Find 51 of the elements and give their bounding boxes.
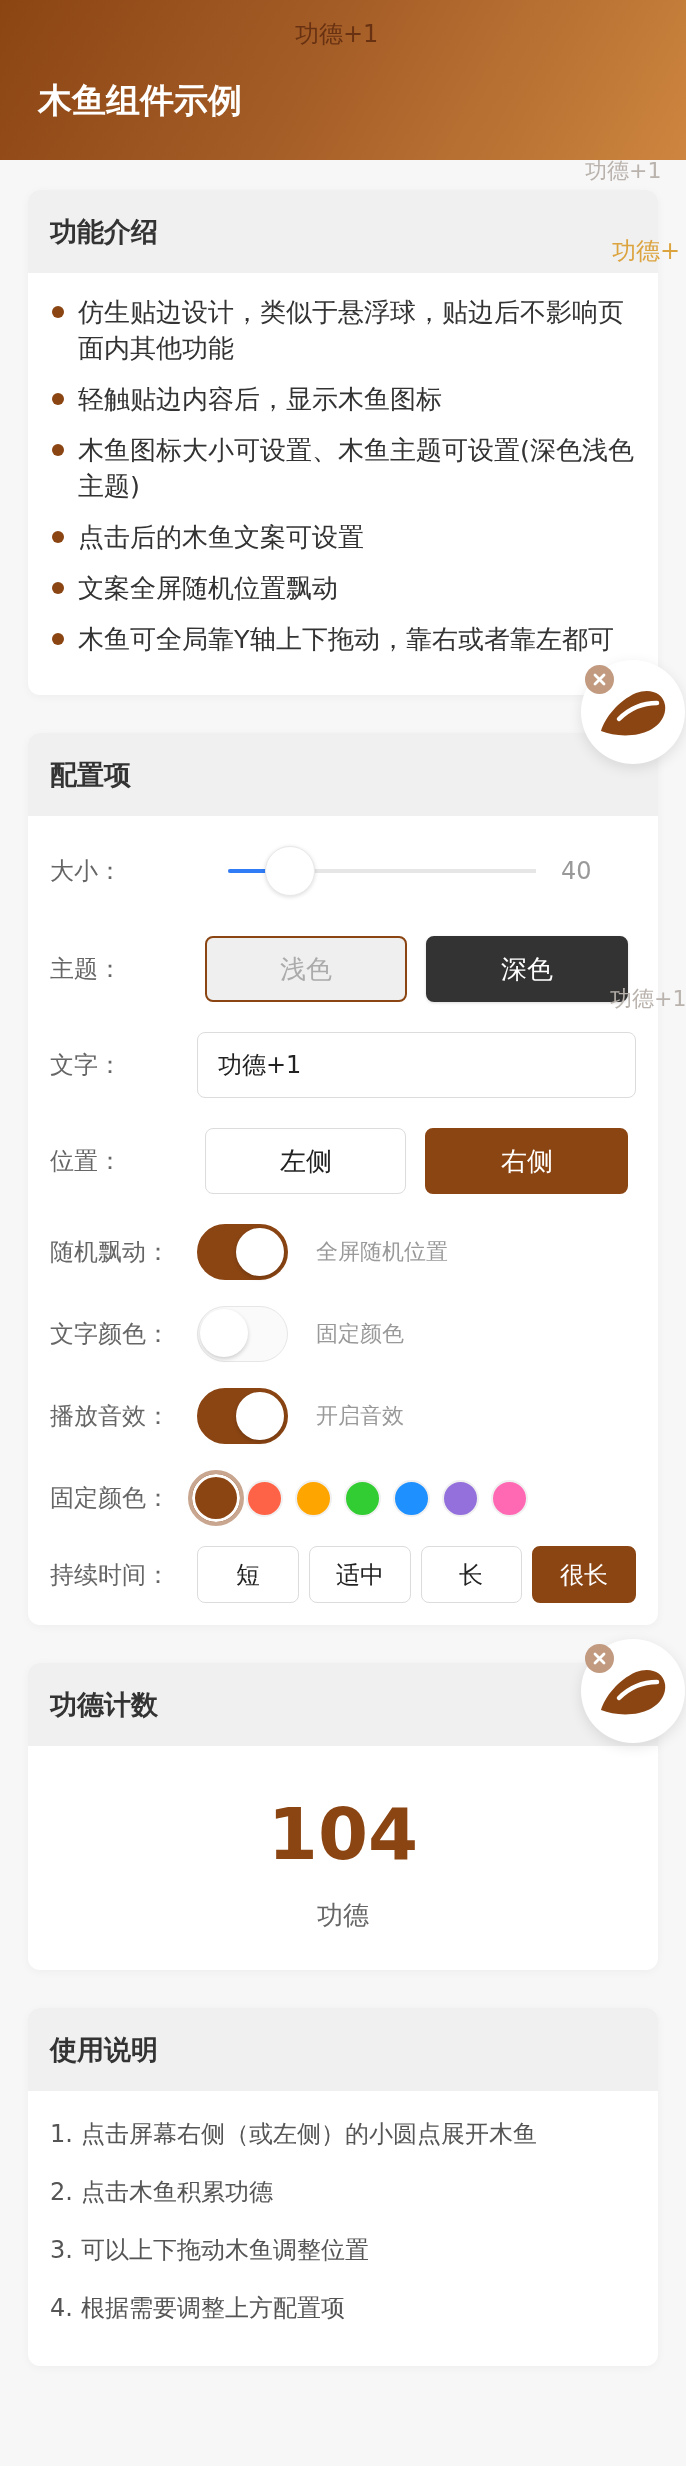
setting-label: 大小： bbox=[50, 856, 123, 887]
toggle-switch[interactable] bbox=[197, 1224, 288, 1280]
setting-label: 播放音效： bbox=[50, 1401, 171, 1432]
duration-button[interactable]: 短 bbox=[197, 1546, 299, 1603]
toggle-switch[interactable] bbox=[197, 1388, 288, 1444]
merit-unit: 功德 bbox=[317, 1899, 369, 1932]
page-title: 木鱼组件示例 bbox=[38, 79, 242, 122]
instruction-step: 3. 可以上下拖动木鱼调整位置 bbox=[50, 2232, 636, 2268]
feature-text: 轻触贴边内容后，显示木鱼图标 bbox=[78, 383, 442, 416]
slider-value: 40 bbox=[561, 856, 592, 887]
setting-label: 文字： bbox=[50, 1050, 123, 1081]
bullet-icon bbox=[52, 306, 64, 318]
bullet-icon bbox=[52, 582, 64, 594]
bullet-icon bbox=[52, 444, 64, 456]
text-input[interactable]: 功德+1 bbox=[197, 1032, 636, 1098]
feature-text: 点击后的木鱼文案可设置 bbox=[78, 521, 364, 554]
setting-label: 持续时间： bbox=[50, 1559, 171, 1591]
instruction-step: 4. 根据需要调整上方配置项 bbox=[50, 2290, 636, 2326]
switch-hint: 全屏随机位置 bbox=[316, 1238, 448, 1266]
instruction-step: 2. 点击木鱼积累功德 bbox=[50, 2174, 636, 2210]
instruction-step: 1. 点击屏幕右侧（或左侧）的小圆点展开木鱼 bbox=[50, 2116, 636, 2152]
bullet-icon bbox=[52, 633, 64, 645]
bullet-icon bbox=[52, 531, 64, 543]
feature-text: 仿生贴边设计，类似于悬浮球，贴边后不影响页面内其他功能 bbox=[78, 296, 625, 365]
section-title: 功能介绍 bbox=[50, 214, 158, 249]
feature-text: 文案全屏随机位置飘动 bbox=[78, 572, 338, 605]
floating-text: 功德+1 bbox=[585, 158, 662, 185]
setting-label: 文字颜色： bbox=[50, 1319, 171, 1350]
section-title: 配置项 bbox=[50, 757, 131, 792]
segment-button[interactable]: 左侧 bbox=[205, 1128, 406, 1194]
floating-text: 功德+ bbox=[612, 237, 681, 266]
switch-hint: 固定颜色 bbox=[316, 1320, 404, 1348]
floating-text: 功德+1 bbox=[295, 20, 379, 49]
merit-count: 104 bbox=[267, 1798, 419, 1870]
close-icon bbox=[593, 673, 606, 686]
duration-button[interactable]: 适中 bbox=[308, 1546, 411, 1603]
segment-button[interactable]: 右侧 bbox=[425, 1128, 628, 1194]
setting-label: 主题： bbox=[50, 954, 123, 985]
feature-text: 木鱼图标大小可设置、木鱼主题可设置(深色浅色主题) bbox=[78, 434, 635, 503]
bullet-icon bbox=[52, 393, 64, 405]
switch-hint: 开启音效 bbox=[316, 1402, 404, 1430]
close-icon bbox=[593, 1652, 606, 1665]
setting-label: 随机飘动： bbox=[50, 1237, 171, 1268]
setting-label: 位置： bbox=[50, 1146, 123, 1177]
feature-text: 木鱼可全局靠Y轴上下拖动，靠右或者靠左都可 bbox=[78, 623, 614, 656]
section-title: 使用说明 bbox=[50, 2032, 158, 2067]
duration-button[interactable]: 长 bbox=[420, 1546, 523, 1603]
slider-thumb[interactable] bbox=[264, 846, 315, 896]
setting-label: 固定颜色： bbox=[50, 1483, 171, 1514]
section-title: 功德计数 bbox=[50, 1687, 158, 1722]
duration-button[interactable]: 很长 bbox=[532, 1546, 636, 1603]
